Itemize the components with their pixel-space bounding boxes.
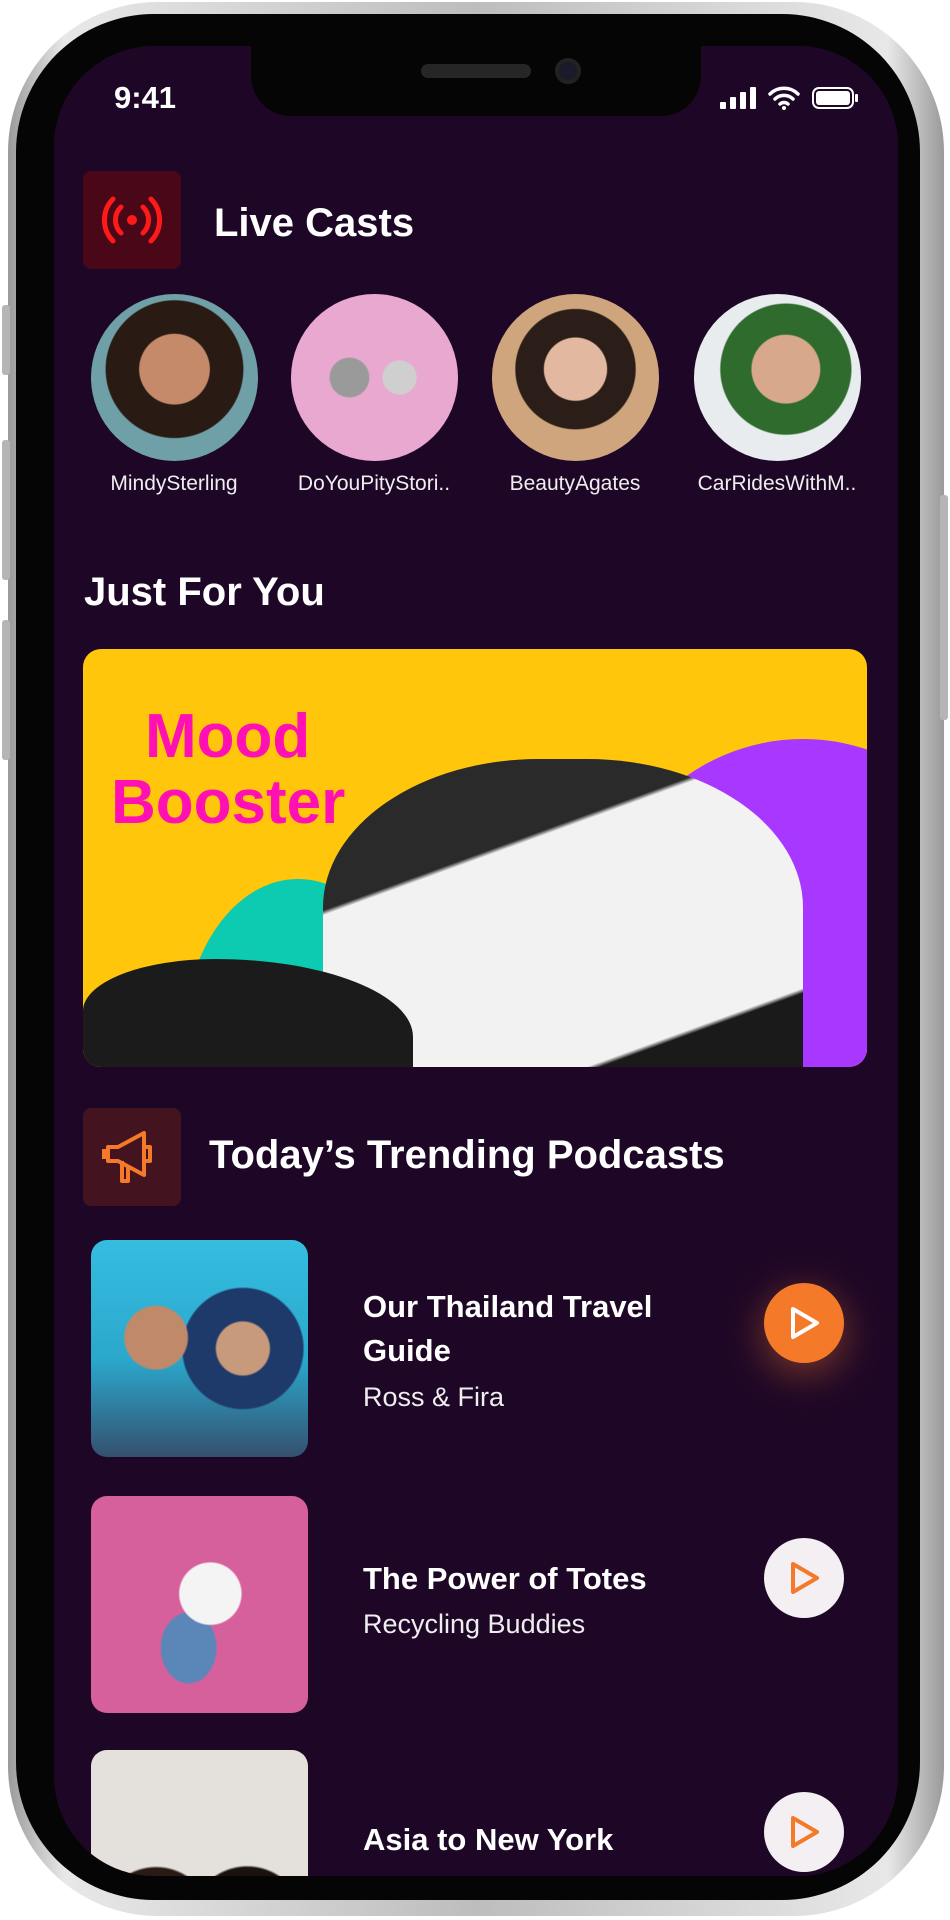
banner-title-line2: Booster xyxy=(111,768,346,837)
megaphone-icon xyxy=(102,1131,152,1183)
podcast-title[interactable]: Asia to New York xyxy=(363,1818,703,1862)
mute-switch xyxy=(2,305,10,375)
live-casts-title: Live Casts xyxy=(214,201,415,245)
app-screen: 9:41 Live Casts MindySterling DoYouPityS… xyxy=(54,46,898,1876)
status-icons xyxy=(720,86,858,110)
live-cast-label[interactable]: BeautyAgates xyxy=(475,472,675,496)
podcast-title[interactable]: The Power of Totes xyxy=(363,1557,703,1601)
play-icon xyxy=(791,1816,819,1848)
podcast-subtitle: Recycling Buddies xyxy=(363,1609,586,1639)
play-icon xyxy=(791,1562,819,1594)
podcast-thumbnail[interactable] xyxy=(91,1496,308,1713)
podcast-title[interactable]: Our Thailand Travel Guide xyxy=(363,1285,703,1373)
volume-down-button xyxy=(2,620,10,760)
play-icon xyxy=(791,1307,819,1339)
podcast-thumbnail[interactable] xyxy=(91,1750,308,1876)
live-cast-avatar-4[interactable] xyxy=(694,294,861,461)
signal-icon xyxy=(720,87,756,109)
volume-up-button xyxy=(2,440,10,580)
live-cast-label[interactable]: CarRidesWithM.. xyxy=(677,472,877,496)
status-time: 9:41 xyxy=(114,80,177,115)
trending-icon-box xyxy=(83,1108,181,1206)
live-broadcast-icon xyxy=(101,196,163,244)
live-cast-label[interactable]: MindySterling xyxy=(74,472,274,496)
podcast-thumbnail[interactable] xyxy=(91,1240,308,1457)
live-cast-avatar-1[interactable] xyxy=(91,294,258,461)
play-button[interactable] xyxy=(764,1538,844,1618)
live-cast-avatar-3[interactable] xyxy=(492,294,659,461)
banner-title-line1: Mood xyxy=(145,702,311,771)
live-cast-avatar-2[interactable] xyxy=(291,294,458,461)
play-button[interactable] xyxy=(764,1792,844,1872)
battery-icon xyxy=(812,87,858,109)
wifi-icon xyxy=(768,86,800,110)
live-icon-box xyxy=(83,171,181,269)
speaker xyxy=(421,64,531,78)
mood-booster-banner[interactable]: Mood Booster xyxy=(83,649,867,1067)
notch xyxy=(251,46,701,116)
just-for-you-title: Just For You xyxy=(84,570,325,614)
camera xyxy=(555,58,581,84)
power-button xyxy=(940,495,948,720)
trending-title: Today’s Trending Podcasts xyxy=(209,1133,725,1177)
live-cast-label[interactable]: DoYouPityStori.. xyxy=(274,472,474,496)
play-button[interactable] xyxy=(764,1283,844,1363)
podcast-subtitle: Ross & Fira xyxy=(363,1382,505,1412)
